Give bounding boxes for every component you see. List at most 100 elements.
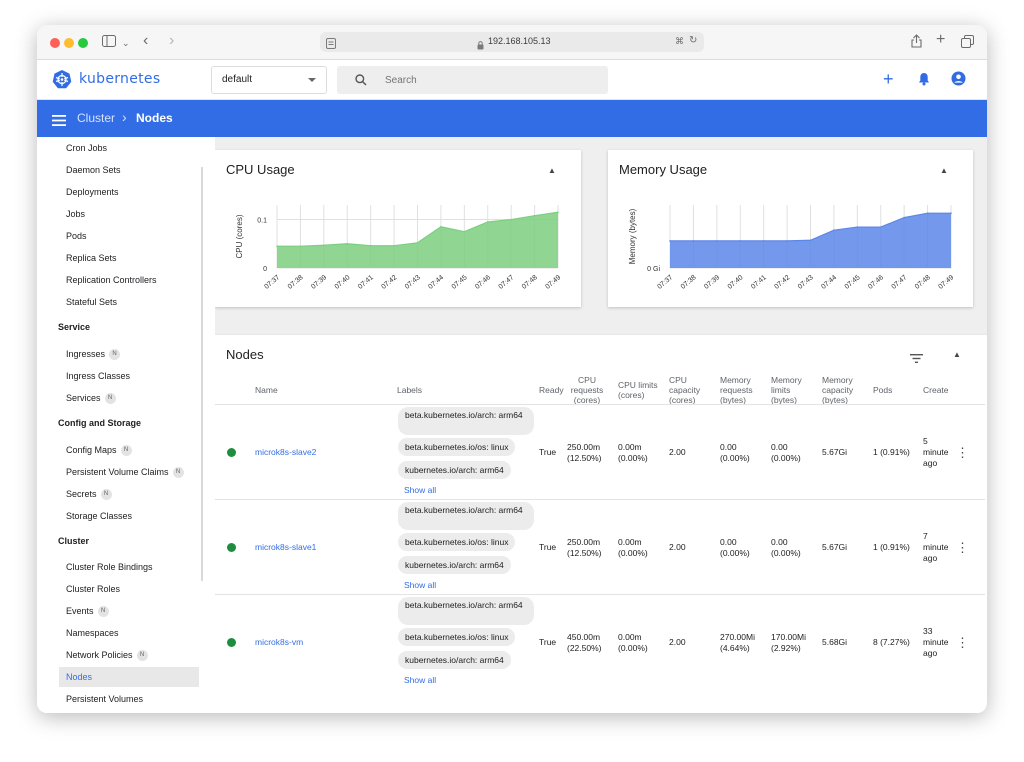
app-title[interactable]: kubernetes — [79, 71, 160, 87]
node-name-link[interactable]: microk8s-slave1 — [255, 542, 316, 553]
search-box[interactable] — [337, 66, 608, 94]
sidebar-item-ingress-classes[interactable]: Ingress Classes — [66, 370, 130, 382]
sidebar-item-network-policies[interactable]: Network Policies N — [66, 649, 148, 662]
data-point — [739, 240, 742, 242]
data-point — [346, 242, 349, 245]
y-axis-label: CPU (cores) — [235, 214, 244, 258]
search-input[interactable] — [385, 72, 585, 88]
col-header-cpu-requests[interactable]: CPU requests (cores) — [567, 375, 607, 405]
sidebar-item-ingresses[interactable]: Ingresses N — [66, 348, 121, 361]
sidebar-item-replica-sets[interactable]: Replica Sets — [66, 252, 117, 264]
col-header-cpu-capacity[interactable]: CPU capacity (cores) — [669, 375, 709, 405]
col-header-memory-limits[interactable]: Memory limits (bytes) — [771, 375, 811, 405]
new-tab-icon[interactable]: + — [936, 32, 945, 48]
sidebar-item-persistent-volumes[interactable]: Persistent Volumes — [66, 693, 143, 705]
sidebar-item-persistent-volume-claims[interactable]: Persistent Volume Claims N — [66, 466, 184, 479]
sidebar-item-label: Namespaces — [66, 628, 119, 638]
pods-value: 8 (7.27%) — [873, 637, 910, 647]
share-icon[interactable] — [911, 34, 922, 51]
sidebar-item-stateful-sets[interactable]: Stateful Sets — [66, 296, 117, 308]
sidebar-item-services[interactable]: Services N — [66, 392, 116, 405]
data-point — [926, 212, 929, 214]
address-bar[interactable]: 192.168.105.13 ⌘ ↻ — [320, 32, 704, 52]
more-vert-icon[interactable]: ⋮ — [956, 541, 969, 554]
show-all-link[interactable]: Show all — [404, 580, 436, 591]
col-header-memory-requests[interactable]: Memory requests (bytes) — [720, 375, 764, 405]
sidebar-item-namespaces[interactable]: Namespaces — [66, 627, 119, 639]
sidebar-section-cluster[interactable]: Cluster — [58, 536, 89, 546]
x-tick-label: 07:49 — [544, 274, 562, 291]
cpu-capacity-value: 2.00 — [669, 637, 686, 647]
sidebar-section-service[interactable]: Service — [58, 322, 90, 332]
sidebar-item-cluster-role-bindings[interactable]: Cluster Role Bindings — [66, 561, 153, 573]
filter-icon[interactable] — [910, 350, 923, 368]
data-point — [486, 221, 489, 223]
col-header-ready[interactable]: Ready — [539, 385, 564, 395]
create-plus-icon[interactable]: + — [883, 69, 894, 89]
table-row[interactable]: microk8s-slave1 beta.kubernetes.io/arch:… — [215, 500, 985, 595]
sidebar-item-events[interactable]: Events N — [66, 605, 109, 618]
zoom-window-button[interactable] — [78, 38, 88, 48]
show-all-link[interactable]: Show all — [404, 485, 436, 496]
browser-titlebar: ⌄ ‹ › 192.168.105.13 ⌘ ↻ + — [37, 25, 987, 60]
col-header-name[interactable]: Name — [255, 385, 278, 395]
forward-icon[interactable]: › — [169, 33, 174, 49]
table-row[interactable]: microk8s-slave2 beta.kubernetes.io/arch:… — [215, 405, 985, 500]
cpu-limits-value: 0.00m (0.00%) — [618, 632, 648, 653]
menu-hamburger-icon[interactable] — [52, 113, 66, 131]
created-value: 5 minute ago — [923, 436, 949, 468]
sidebar-item-secrets[interactable]: Secrets N — [66, 488, 112, 501]
data-point — [903, 216, 905, 219]
more-vert-icon[interactable]: ⋮ — [956, 446, 969, 459]
lock-icon — [477, 37, 484, 55]
node-name-link[interactable]: microk8s-slave2 — [255, 447, 316, 458]
memory-limits-value: 170.00Mi (2.92%) — [771, 632, 806, 653]
breadcrumb-separator: › — [122, 109, 127, 125]
label-chip: beta.kubernetes.io/arch: arm64 — [398, 502, 534, 530]
namespace-select[interactable]: default — [211, 66, 327, 94]
table-row[interactable]: microk8s-vm beta.kubernetes.io/arch: arm… — [215, 595, 985, 690]
sidebar-toggle-icon[interactable] — [102, 35, 116, 50]
sidebar-item-label: Ingress Classes — [66, 371, 131, 381]
translate-icon[interactable]: ⌘ — [675, 36, 684, 47]
sidebar-item-daemon-sets[interactable]: Daemon Sets — [66, 164, 121, 176]
col-header-pods[interactable]: Pods — [873, 385, 892, 395]
close-window-button[interactable] — [50, 38, 60, 48]
col-header-memory-capacity[interactable]: Memory capacity (bytes) — [822, 375, 862, 405]
sidebar-item-config-maps[interactable]: Config Maps N — [66, 444, 132, 457]
sidebar-item-replication-controllers[interactable]: Replication Controllers — [66, 274, 157, 286]
tabs-overview-icon[interactable] — [961, 35, 974, 51]
minimize-window-button[interactable] — [64, 38, 74, 48]
sidebar-scrollbar[interactable] — [201, 167, 203, 581]
memory-limits-value: 0.00 (0.00%) — [771, 442, 801, 463]
sidebar-section-config-storage[interactable]: Config and Storage — [58, 418, 141, 428]
collapse-up-icon[interactable]: ▲ — [953, 350, 961, 359]
more-vert-icon[interactable]: ⋮ — [956, 636, 969, 649]
show-all-link[interactable]: Show all — [404, 675, 436, 686]
col-header-created[interactable]: Create — [923, 385, 949, 395]
breadcrumb-parent[interactable]: Cluster — [77, 111, 115, 125]
status-ready-icon — [227, 543, 236, 552]
sidebar-item-nodes[interactable]: Nodes — [66, 671, 92, 683]
label-chip: beta.kubernetes.io/arch: arm64 — [398, 597, 534, 625]
col-header-cpu-limits[interactable]: CPU limits (cores) — [618, 380, 666, 400]
reload-icon[interactable]: ↻ — [689, 35, 697, 46]
account-icon[interactable] — [951, 71, 966, 91]
cpu-limits-value: 0.00m (0.00%) — [618, 537, 648, 558]
sidebar-item-jobs[interactable]: Jobs — [66, 208, 85, 220]
notifications-bell-icon[interactable] — [918, 72, 930, 91]
kubernetes-logo-icon[interactable] — [52, 69, 72, 94]
cpu-usage-card: CPU Usage ▲ 0 0.1 07:37 07:38 07:39 07:40 07:4… — [215, 150, 581, 307]
nodes-title: Nodes — [226, 347, 264, 362]
chevron-down-icon[interactable]: ⌄ — [122, 36, 130, 50]
data-point — [323, 244, 325, 247]
data-point — [856, 226, 859, 228]
back-icon[interactable]: ‹ — [143, 33, 148, 49]
sidebar-item-storage-classes[interactable]: Storage Classes — [66, 510, 132, 522]
x-tick-label: 07:47 — [891, 274, 909, 291]
sidebar-item-cron-jobs[interactable]: Cron Jobs — [66, 142, 107, 154]
sidebar-item-deployments[interactable]: Deployments — [66, 186, 119, 198]
sidebar-item-cluster-roles[interactable]: Cluster Roles — [66, 583, 120, 595]
sidebar-item-pods[interactable]: Pods — [66, 230, 87, 242]
node-name-link[interactable]: microk8s-vm — [255, 637, 303, 648]
